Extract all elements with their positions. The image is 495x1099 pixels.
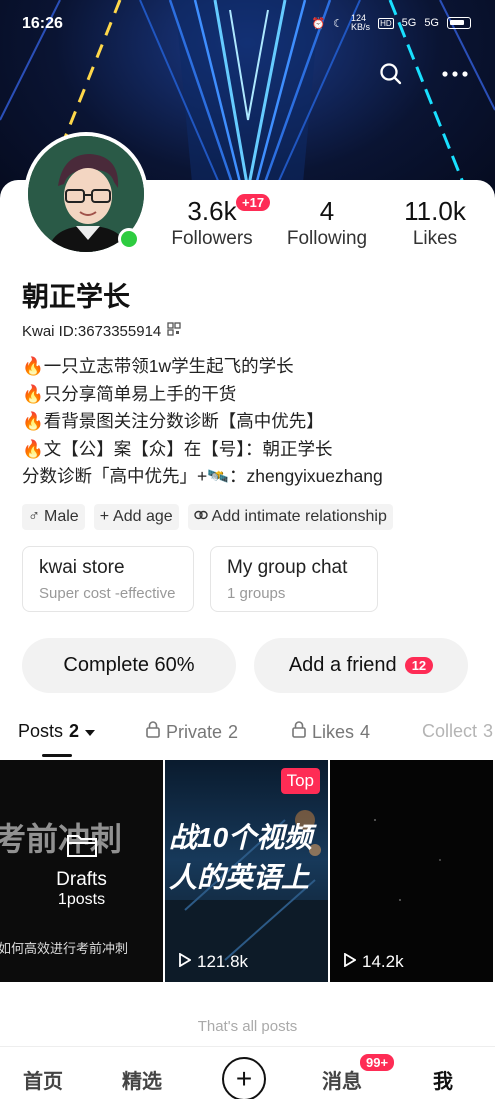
bio-line: 🔥只分享简单易上手的干货 — [22, 383, 237, 404]
bio-line: 🔥看背景图关注分数诊断【高中优先】 — [22, 411, 324, 431]
drafts-caption: 如何高效进行考前冲刺 — [0, 941, 129, 956]
play-icon — [344, 952, 357, 972]
group-chat-box[interactable]: My group chat 1 groups — [210, 546, 378, 612]
tab-collect[interactable]: Collect 3 — [422, 721, 493, 742]
pinned-top-badge: Top — [280, 768, 320, 794]
nav-messages[interactable]: 消息 — [322, 1065, 362, 1094]
end-of-posts-note: That's all posts — [197, 1018, 298, 1035]
post-cell[interactable]: 战10个视频 人的英语上 Top 121.8k — [165, 760, 328, 982]
tab-likes[interactable]: Likes 4 — [292, 721, 370, 743]
hd-icon: HD — [378, 17, 394, 29]
add-age-tag[interactable]: + Add age — [93, 504, 179, 530]
stat-likes[interactable]: 11.0k Likes — [390, 196, 480, 250]
action-buttons: Complete 60% Add a friend 12 — [22, 638, 468, 693]
bio-line: 🔥一只立志带领1w学生起飞的学长 — [22, 356, 294, 376]
complete-profile-button[interactable]: Complete 60% — [22, 638, 236, 693]
friend-request-badge: 12 — [404, 657, 434, 674]
add-relationship-tag[interactable]: Add intimate relationship — [187, 504, 393, 530]
followers-label: Followers — [171, 228, 253, 249]
profile-name: 朝正学长 — [22, 282, 130, 312]
tab-private[interactable]: Private 2 — [146, 721, 238, 743]
status-icons: ⏰ ☾ 124 KB/s HD 5G 5G — [311, 14, 471, 32]
play-icon — [179, 952, 192, 972]
lock-icon — [146, 721, 160, 743]
kwai-id[interactable]: Kwai ID:3673355914 — [22, 322, 181, 340]
profile-tags: ♂ Male + Add age Add intimate relationsh… — [22, 504, 393, 530]
stat-following[interactable]: 4 Following — [282, 196, 372, 250]
following-count: 4 — [319, 196, 335, 226]
folder-icon — [66, 835, 98, 862]
signal-5g-2: 5G — [424, 17, 439, 29]
drafts-overlay: Drafts 1posts — [0, 832, 163, 909]
online-status-dot — [118, 228, 140, 250]
bio-line: 🔥文【公】案【众】在【号】：朝正学长 — [22, 438, 333, 459]
link-icon — [193, 508, 208, 526]
qr-code-icon[interactable] — [167, 322, 181, 340]
status-time: 16:26 — [22, 15, 63, 32]
network-speed: 124 KB/s — [351, 13, 371, 32]
likes-count: 11.0k — [404, 196, 466, 226]
male-icon: ♂ — [28, 508, 40, 525]
kwai-id-text: Kwai ID:3673355914 — [22, 322, 162, 340]
content-tabs: Posts 2 Private 2 Likes 4 Collect 3 — [0, 716, 495, 758]
profile-bio: 🔥一只立志带领1w学生起飞的学长 🔥只分享简单易上手的干货 🔥看背景图关注分数诊… — [22, 353, 383, 491]
post-cell[interactable]: 14.2k — [330, 760, 493, 982]
group-subtitle: 1 groups — [227, 585, 286, 602]
battery-icon — [447, 17, 471, 29]
following-label: Following — [286, 228, 368, 249]
drafts-label: Drafts — [56, 869, 107, 890]
more-icon[interactable] — [441, 60, 469, 88]
add-friend-button[interactable]: Add a friend 12 — [254, 638, 468, 693]
alarm-icon: ⏰ — [311, 17, 326, 30]
search-icon[interactable] — [377, 60, 405, 88]
messages-badge: 99+ — [358, 1052, 397, 1073]
caret-down-icon — [85, 721, 96, 742]
post-views: 14.2k — [344, 952, 404, 972]
nav-featured[interactable]: 精选 — [122, 1065, 162, 1094]
nav-me[interactable]: 我 — [433, 1065, 453, 1094]
kwai-store-box[interactable]: kwai store Super cost -effective — [22, 546, 194, 612]
likes-label: Likes — [412, 228, 458, 249]
stat-followers[interactable]: 3.6k +17 Followers — [160, 194, 271, 250]
top-actions — [377, 60, 469, 88]
post-views: 121.8k — [179, 952, 248, 972]
nav-home[interactable]: 首页 — [23, 1065, 63, 1094]
bottom-nav: 首页 精选 + 消息 我 — [0, 1046, 495, 1099]
post-title-text: 战10个视频 人的英语上 — [169, 822, 313, 893]
store-title: kwai store — [39, 557, 125, 578]
store-subtitle: Super cost -effective — [39, 585, 176, 602]
status-bar: 16:26 ⏰ ☾ 124 KB/s HD 5G 5G — [0, 0, 495, 48]
bio-line: 分数诊断「高中优先」+🛰️：zhengyixuezhang — [22, 466, 383, 486]
posts-grid: 考前冲刺 Drafts 1posts 如何高效进行考前冲刺 战10个视频 人的英… — [0, 760, 495, 982]
profile-stats: 3.6k +17 Followers 4 Following 11.0k Lik… — [160, 194, 480, 250]
feature-boxes: kwai store Super cost -effective My grou… — [22, 546, 378, 612]
create-post-button[interactable]: + — [222, 1057, 266, 1099]
drafts-count: 1posts — [57, 891, 106, 908]
group-title: My group chat — [227, 557, 348, 578]
active-tab-indicator — [42, 754, 72, 757]
tab-posts[interactable]: Posts 2 — [18, 721, 96, 742]
post-thumbnail-art — [374, 819, 441, 901]
drafts-cell[interactable]: 考前冲刺 Drafts 1posts 如何高效进行考前冲刺 — [0, 760, 163, 982]
signal-5g-1: 5G — [401, 17, 417, 29]
gender-tag[interactable]: ♂ Male — [22, 504, 85, 530]
lock-icon — [292, 721, 306, 743]
moon-icon: ☾ — [333, 17, 344, 30]
plus-icon: + — [99, 508, 110, 525]
followers-new-badge: +17 — [236, 194, 271, 211]
